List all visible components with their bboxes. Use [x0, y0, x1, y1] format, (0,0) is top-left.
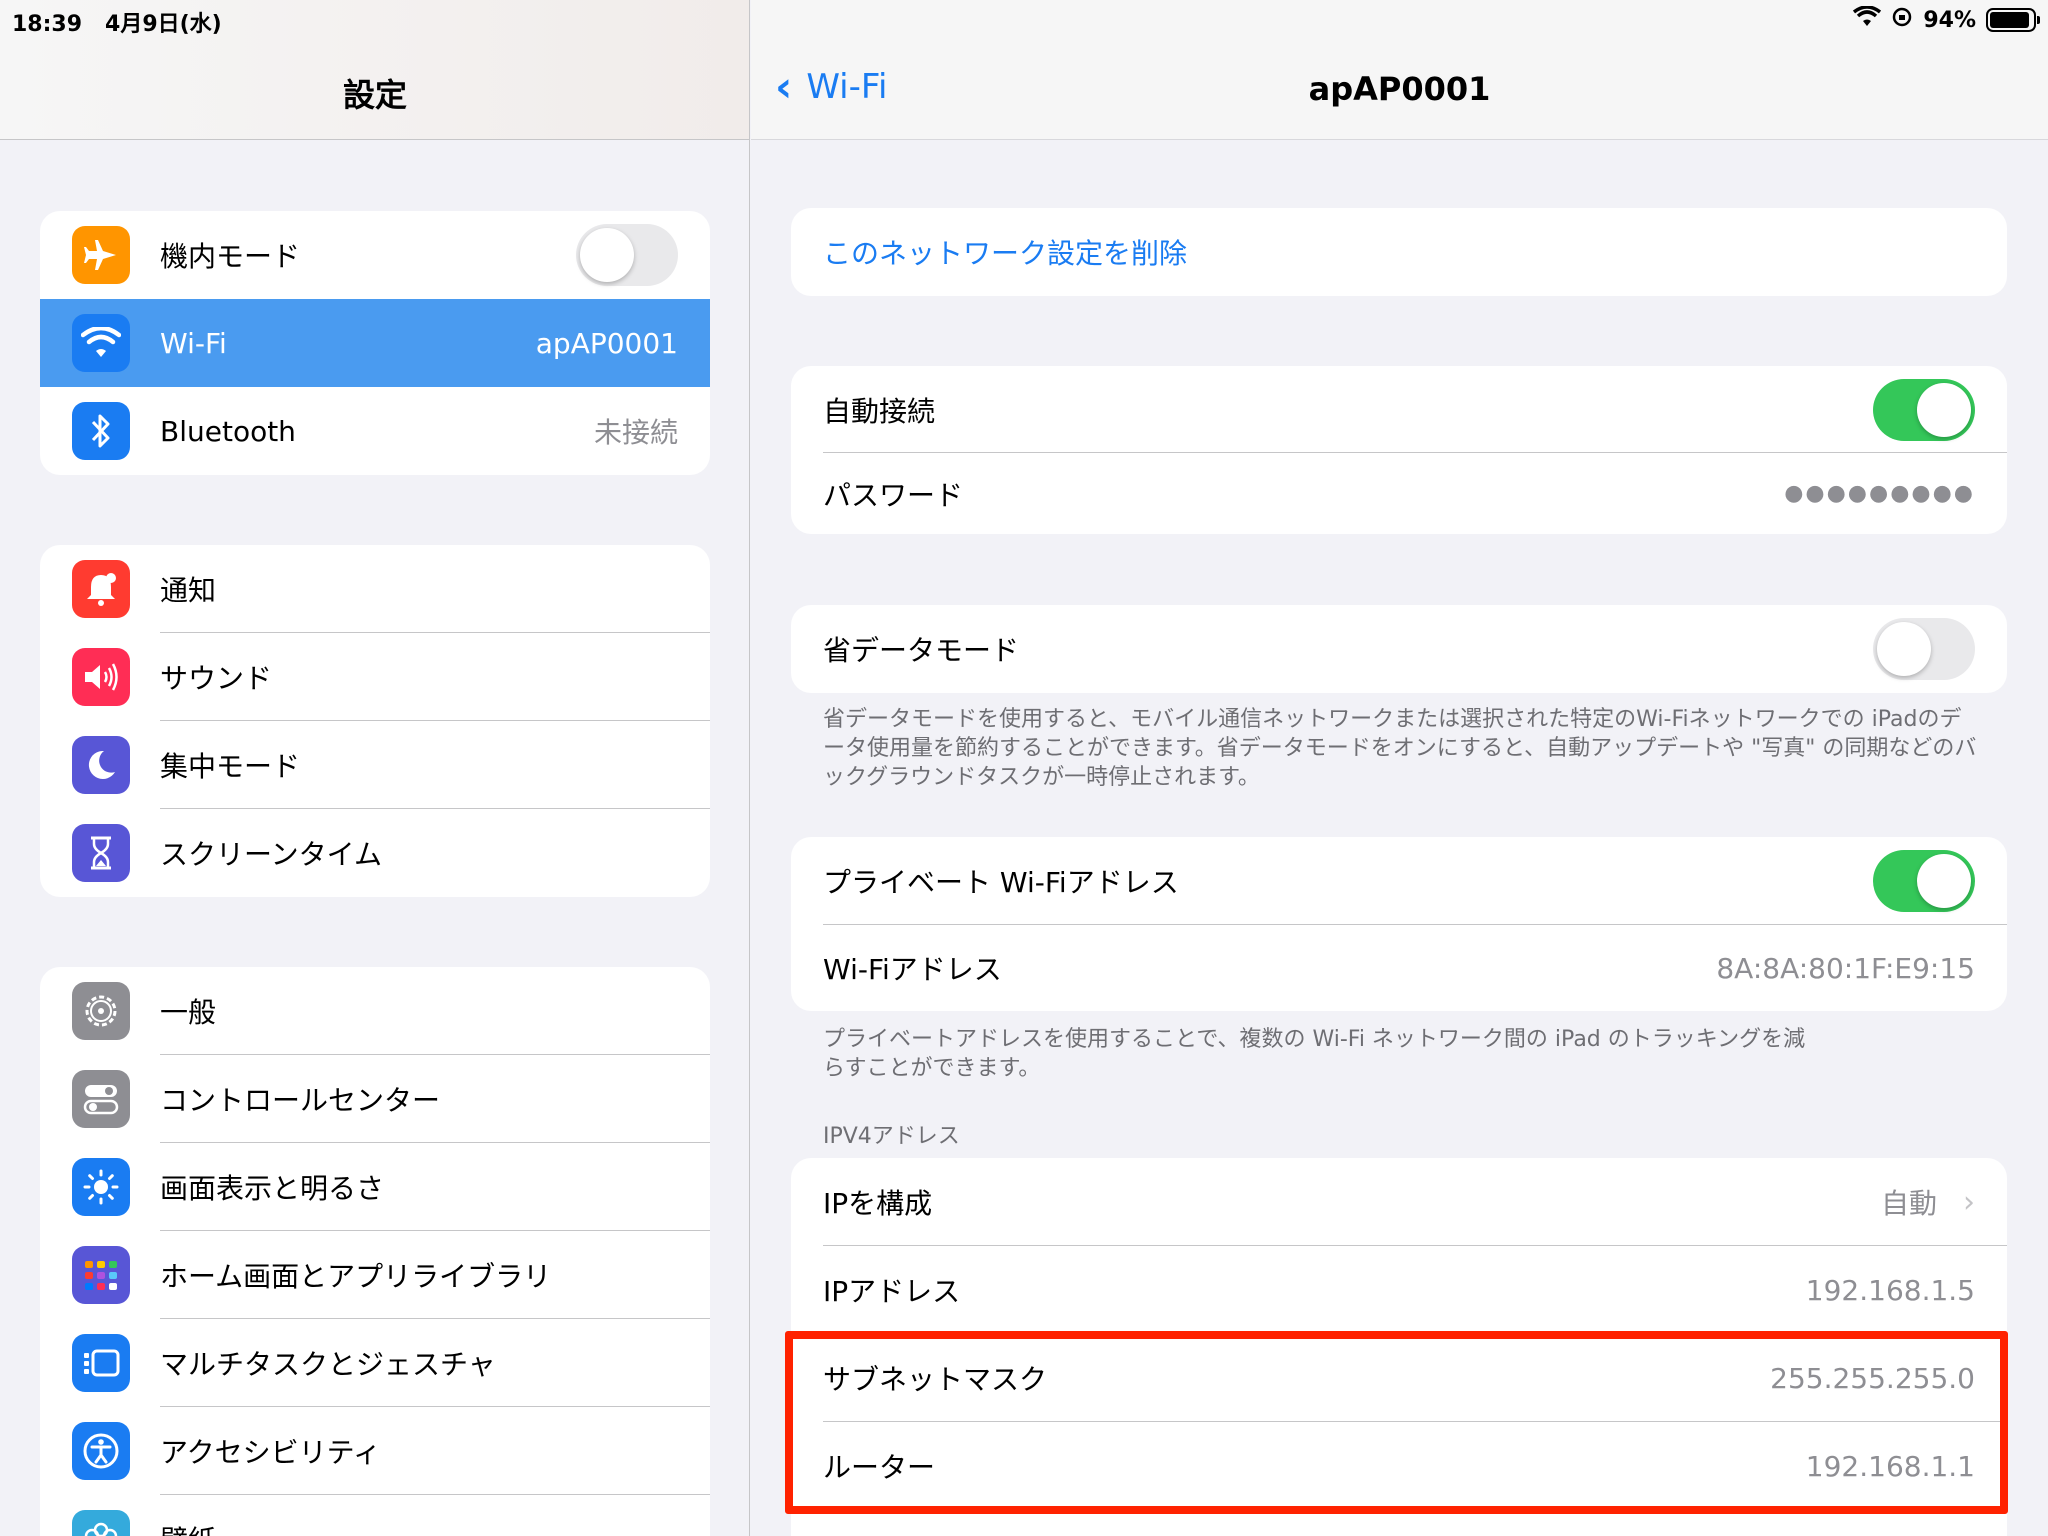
- sidebar-item-airplane[interactable]: 機内モード: [40, 211, 710, 299]
- sidebar-item-label: 画面表示と明るさ: [160, 1172, 385, 1205]
- router-label: ルーター: [823, 1451, 936, 1484]
- sidebar-item-multitasking[interactable]: マルチタスクとジェスチャ: [40, 1319, 710, 1407]
- bluetooth-icon: [72, 402, 130, 460]
- wifi-address-row: Wi-Fiアドレス 8A:8A:80:1F:E9:15: [791, 925, 2007, 1011]
- sidebar-item-label: サウンド: [160, 662, 273, 695]
- sun-icon: [72, 1158, 130, 1216]
- chevron-right-icon: ›: [1963, 1184, 1975, 1220]
- bell-icon: [72, 560, 130, 618]
- sidebar-group-notifications: 通知 サウンド 集中モード スクリーンタイム: [40, 545, 710, 897]
- sidebar-group-connectivity: 機内モード Wi-Fi apAP0001 Bluetooth 未接続: [40, 211, 710, 475]
- sidebar-item-wifi[interactable]: Wi-Fi apAP0001: [40, 299, 710, 387]
- sidebar-item-label: コントロールセンター: [160, 1084, 441, 1117]
- sidebar-item-label: マルチタスクとジェスチャ: [160, 1348, 496, 1381]
- ip-address-row: IPアドレス 192.168.1.5: [791, 1246, 2007, 1334]
- multitask-icon: [72, 1334, 130, 1392]
- sidebar: 設定 機内モード Wi-Fi apAP0001 Bluetooth 未接続 通知…: [0, 0, 750, 1536]
- router-row: ルーター 192.168.1.1: [791, 1422, 2007, 1510]
- ipv4-section-header: IPV4アドレス: [823, 1124, 960, 1149]
- status-time: 18:39 4月9日(水): [12, 12, 222, 37]
- sidebar-item-bluetooth[interactable]: Bluetooth 未接続: [40, 387, 710, 475]
- switches-icon: [72, 1070, 130, 1128]
- low-data-group: 省データモード: [791, 605, 2007, 693]
- ipv4-group: IPを構成 自動 › IPアドレス 192.168.1.5 サブネットマスク 2…: [791, 1158, 2007, 1536]
- page-title: apAP0001: [1308, 70, 1491, 108]
- private-address-label: プライベート Wi-Fiアドレス: [823, 866, 1179, 899]
- sidebar-item-label: 集中モード: [160, 750, 301, 783]
- sidebar-item-label: Wi-Fi: [160, 326, 227, 360]
- auto-join-row: 自動接続: [791, 366, 2007, 453]
- sidebar-item-display[interactable]: 画面表示と明るさ: [40, 1143, 710, 1231]
- sidebar-item-label: 通知: [160, 574, 217, 607]
- private-address-toggle[interactable]: [1873, 850, 1975, 912]
- sidebar-item-label: 一般: [160, 996, 217, 1029]
- sidebar-item-label: Bluetooth: [160, 414, 296, 448]
- sidebar-item-label: 壁紙: [160, 1519, 216, 1536]
- private-address-footer: プライベートアドレスを使用することで、複数の Wi-Fi ネットワーク間の iP…: [823, 1027, 1806, 1081]
- battery-icon: [1986, 8, 2040, 32]
- sidebar-item-wallpaper[interactable]: 壁紙: [40, 1495, 710, 1536]
- forget-group: このネットワーク設定を削除: [791, 208, 2007, 296]
- low-data-row: 省データモード: [791, 605, 2007, 693]
- sidebar-item-notifications[interactable]: 通知: [40, 545, 710, 633]
- subnet-mask-value: 255.255.255.0: [1770, 1361, 1975, 1395]
- speaker-icon: [72, 648, 130, 706]
- sidebar-item-accessibility[interactable]: アクセシビリティ: [40, 1407, 710, 1495]
- accessibility-icon: [72, 1422, 130, 1480]
- private-address-group: プライベート Wi-Fiアドレス Wi-Fiアドレス 8A:8A:80:1F:E…: [791, 837, 2007, 1011]
- low-data-toggle[interactable]: [1873, 618, 1975, 680]
- low-data-footer: 省データモードを使用すると、モバイル通信ネットワークまたは選択された特定のWi-…: [823, 707, 1977, 790]
- sidebar-item-control-center[interactable]: コントロールセンター: [40, 1055, 710, 1143]
- password-row[interactable]: パスワード ●●●●●●●●●: [791, 453, 2007, 534]
- detail-pane: ‹ Wi-Fi apAP0001 このネットワーク設定を削除 自動接続 パスワー…: [751, 0, 2048, 1536]
- sidebar-item-label: スクリーンタイム: [160, 838, 383, 871]
- private-address-row: プライベート Wi-Fiアドレス: [791, 837, 2007, 925]
- password-value: ●●●●●●●●●: [1784, 481, 1975, 506]
- sidebar-item-general[interactable]: 一般: [40, 967, 710, 1055]
- wifi-network-name: apAP0001: [535, 326, 678, 360]
- ip-address-label: IPアドレス: [823, 1275, 961, 1308]
- wifi-status-icon: [1853, 5, 1882, 34]
- sidebar-item-screen-time[interactable]: スクリーンタイム: [40, 809, 710, 897]
- forget-network-button[interactable]: このネットワーク設定を削除: [791, 208, 2007, 296]
- status-bar: 18:39 4月9日(水) 94%: [0, 0, 2048, 40]
- hourglass-icon: [72, 824, 130, 882]
- low-data-label: 省データモード: [823, 634, 1020, 667]
- router-value: 192.168.1.1: [1805, 1449, 1975, 1483]
- battery-percent: 94%: [1923, 7, 1976, 33]
- join-group: 自動接続 パスワード ●●●●●●●●●: [791, 366, 2007, 534]
- subnet-mask-row: サブネットマスク 255.255.255.0: [791, 1334, 2007, 1422]
- wifi-address-label: Wi-Fiアドレス: [823, 953, 1002, 986]
- password-label: パスワード: [823, 478, 964, 512]
- sidebar-item-label: 機内モード: [160, 240, 301, 273]
- sidebar-item-home-screen[interactable]: ホーム画面とアプリライブラリ: [40, 1231, 710, 1319]
- flower-icon: [72, 1510, 130, 1536]
- sidebar-item-label: ホーム画面とアプリライブラリ: [160, 1260, 552, 1293]
- ip-address-value: 192.168.1.5: [1805, 1273, 1975, 1307]
- configure-ip-label: IPを構成: [823, 1187, 933, 1220]
- sidebar-item-focus[interactable]: 集中モード: [40, 721, 710, 809]
- subnet-mask-label: サブネットマスク: [823, 1363, 1048, 1396]
- sidebar-item-label: アクセシビリティ: [160, 1436, 381, 1469]
- airplane-icon: [72, 226, 130, 284]
- bluetooth-status: 未接続: [593, 416, 678, 449]
- sidebar-title: 設定: [342, 76, 407, 114]
- grid-icon: [72, 1246, 130, 1304]
- sidebar-item-sounds[interactable]: サウンド: [40, 633, 710, 721]
- configure-ip-value: 自動: [1880, 1187, 1937, 1220]
- auto-join-toggle[interactable]: [1873, 379, 1975, 441]
- wifi-address-value: 8A:8A:80:1F:E9:15: [1716, 951, 1975, 985]
- forget-network-label: このネットワーク設定を削除: [823, 237, 1188, 270]
- wifi-icon: [72, 314, 130, 372]
- rotation-lock-icon: [1891, 6, 1913, 34]
- moon-icon: [72, 736, 130, 794]
- auto-join-label: 自動接続: [823, 394, 936, 428]
- gear-icon: [72, 982, 130, 1040]
- configure-ip-row[interactable]: IPを構成 自動 ›: [791, 1158, 2007, 1246]
- sidebar-group-general: 一般 コントロールセンター 画面表示と明るさ ホーム画面とアプリライブラリ マル…: [40, 967, 710, 1536]
- airplane-toggle[interactable]: [576, 224, 678, 286]
